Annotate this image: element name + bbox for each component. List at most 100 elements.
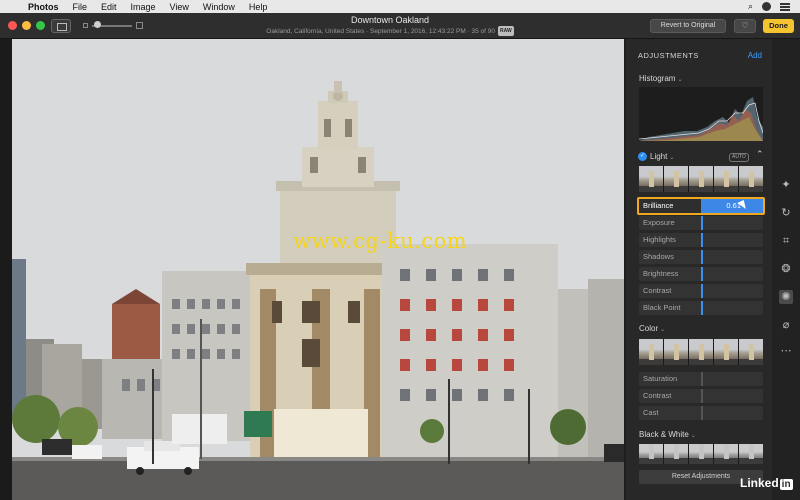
- brilliance-label: Brilliance: [643, 201, 674, 210]
- slider-marker: [701, 406, 703, 420]
- window-controls: [8, 21, 45, 30]
- light-thumbnail-strip[interactable]: [639, 166, 763, 192]
- slider-marker: [701, 301, 703, 315]
- menu-view[interactable]: View: [163, 2, 196, 12]
- linkedin-logo: Linked in: [740, 476, 793, 490]
- light-thumbnail[interactable]: [664, 166, 688, 192]
- light-title[interactable]: Light ⌄: [650, 152, 674, 161]
- search-icon[interactable]: ⌕: [748, 1, 753, 12]
- color-label: Color: [639, 324, 659, 333]
- slider-marker: [701, 389, 703, 403]
- menu-window[interactable]: Window: [196, 2, 242, 12]
- black-point-slider[interactable]: Black Point: [639, 301, 763, 315]
- photo-info: Downtown Oakland Oakland, California, Un…: [220, 15, 560, 37]
- color-thumbnail-strip[interactable]: [639, 339, 763, 365]
- saturation-slider[interactable]: Saturation: [639, 372, 763, 386]
- slider-marker: [701, 216, 703, 230]
- brightness-label: Brightness: [643, 269, 679, 278]
- collapse-light-icon[interactable]: ⌃: [756, 149, 764, 160]
- fullscreen-window-icon[interactable]: [36, 21, 45, 30]
- color-contrast-slider[interactable]: Contrast: [639, 389, 763, 403]
- revert-to-original-button[interactable]: Revert to Original: [650, 19, 726, 33]
- favorite-button[interactable]: ♡: [734, 19, 756, 33]
- notification-center-icon[interactable]: [780, 2, 790, 11]
- bw-label: Black & White: [639, 430, 689, 439]
- light-thumbnail[interactable]: [689, 166, 713, 192]
- bw-thumbnail[interactable]: [739, 444, 763, 464]
- adjustments-panel: ADJUSTMENTS Add Histogram ⌄ ✓ Light ⌄ AUTO…: [626, 39, 772, 500]
- slider-marker: [701, 233, 703, 247]
- color-thumbnail[interactable]: [739, 339, 763, 365]
- brilliance-slider[interactable]: Brilliance 0.61: [637, 197, 765, 215]
- rotate-icon[interactable]: ↻: [779, 206, 793, 220]
- menubar-status: ⌕: [748, 1, 800, 12]
- chevron-down-icon: ⌄: [660, 327, 666, 333]
- bw-thumbnail[interactable]: [689, 444, 713, 464]
- bw-thumbnail[interactable]: [714, 444, 738, 464]
- black-point-label: Black Point: [643, 303, 681, 312]
- minimize-window-icon[interactable]: [22, 21, 31, 30]
- linkedin-in: in: [779, 479, 793, 490]
- contrast-slider[interactable]: Contrast: [639, 284, 763, 298]
- siri-icon[interactable]: [762, 2, 771, 11]
- light-thumbnail[interactable]: [739, 166, 763, 192]
- menu-image[interactable]: Image: [124, 2, 163, 12]
- zoom-slider[interactable]: [83, 21, 143, 29]
- light-enabled-checkbox[interactable]: ✓: [638, 152, 647, 161]
- watermark-text: www.cg-ku.com: [293, 229, 468, 253]
- menu-file[interactable]: File: [66, 2, 95, 12]
- exposure-label: Exposure: [643, 218, 675, 227]
- filters-icon[interactable]: ❂: [779, 262, 793, 276]
- zoom-large-icon: [136, 22, 143, 29]
- highlights-slider[interactable]: Highlights: [639, 233, 763, 247]
- linkedin-text: Linked: [740, 476, 779, 490]
- light-auto-button[interactable]: AUTO: [729, 153, 749, 162]
- histogram-label: Histogram: [639, 74, 676, 83]
- bw-title[interactable]: Black & White ⌄: [639, 430, 696, 439]
- bw-thumbnail[interactable]: [639, 444, 663, 464]
- add-adjustment-button[interactable]: Add: [748, 51, 762, 60]
- crop-icon[interactable]: ⌗: [779, 234, 793, 248]
- bw-thumbnail-strip[interactable]: [639, 444, 763, 464]
- color-thumbnail[interactable]: [664, 339, 688, 365]
- retouch-icon[interactable]: ⌀: [779, 318, 793, 332]
- zoom-small-icon: [83, 23, 88, 28]
- menu-edit[interactable]: Edit: [94, 2, 124, 12]
- close-window-icon[interactable]: [8, 21, 17, 30]
- done-button[interactable]: Done: [763, 19, 794, 33]
- photo[interactable]: [12, 39, 624, 500]
- color-thumbnail[interactable]: [714, 339, 738, 365]
- more-options-icon[interactable]: ⋯: [779, 344, 793, 358]
- photo-subtitle: Oakland, California, United States · Sep…: [220, 26, 560, 37]
- chevron-down-icon: ⌄: [677, 77, 683, 83]
- light-thumbnail[interactable]: [639, 166, 663, 192]
- photo-image: [12, 39, 624, 500]
- zoom-knob[interactable]: [94, 21, 101, 28]
- menu-app[interactable]: Photos: [26, 2, 66, 12]
- brightness-slider[interactable]: Brightness: [639, 267, 763, 281]
- color-thumbnail[interactable]: [639, 339, 663, 365]
- adjustments-header: ADJUSTMENTS: [638, 51, 699, 60]
- bw-thumbnail[interactable]: [664, 444, 688, 464]
- chevron-down-icon: ⌄: [690, 433, 696, 439]
- highlights-label: Highlights: [643, 235, 676, 244]
- histogram-title[interactable]: Histogram ⌄: [639, 74, 682, 83]
- adjust-icon[interactable]: ✺: [779, 290, 793, 304]
- color-contrast-label: Contrast: [643, 391, 672, 400]
- light-thumbnail[interactable]: [714, 166, 738, 192]
- shadows-label: Shadows: [643, 252, 674, 261]
- cast-slider[interactable]: Cast: [639, 406, 763, 420]
- menubar: Photos File Edit Image View Window Help …: [0, 0, 800, 13]
- magic-wand-icon[interactable]: ✦: [779, 178, 793, 192]
- shadows-slider[interactable]: Shadows: [639, 250, 763, 264]
- menu-help[interactable]: Help: [242, 2, 275, 12]
- photo-title: Downtown Oakland: [350, 15, 430, 25]
- exposure-slider[interactable]: Exposure: [639, 216, 763, 230]
- slider-marker: [701, 284, 703, 298]
- heart-icon: ♡: [741, 21, 749, 30]
- color-thumbnail[interactable]: [689, 339, 713, 365]
- split-view-button[interactable]: [51, 19, 71, 33]
- color-title[interactable]: Color ⌄: [639, 324, 665, 333]
- slider-marker: [701, 250, 703, 264]
- photo-metadata: Oakland, California, United States · Sep…: [266, 28, 496, 35]
